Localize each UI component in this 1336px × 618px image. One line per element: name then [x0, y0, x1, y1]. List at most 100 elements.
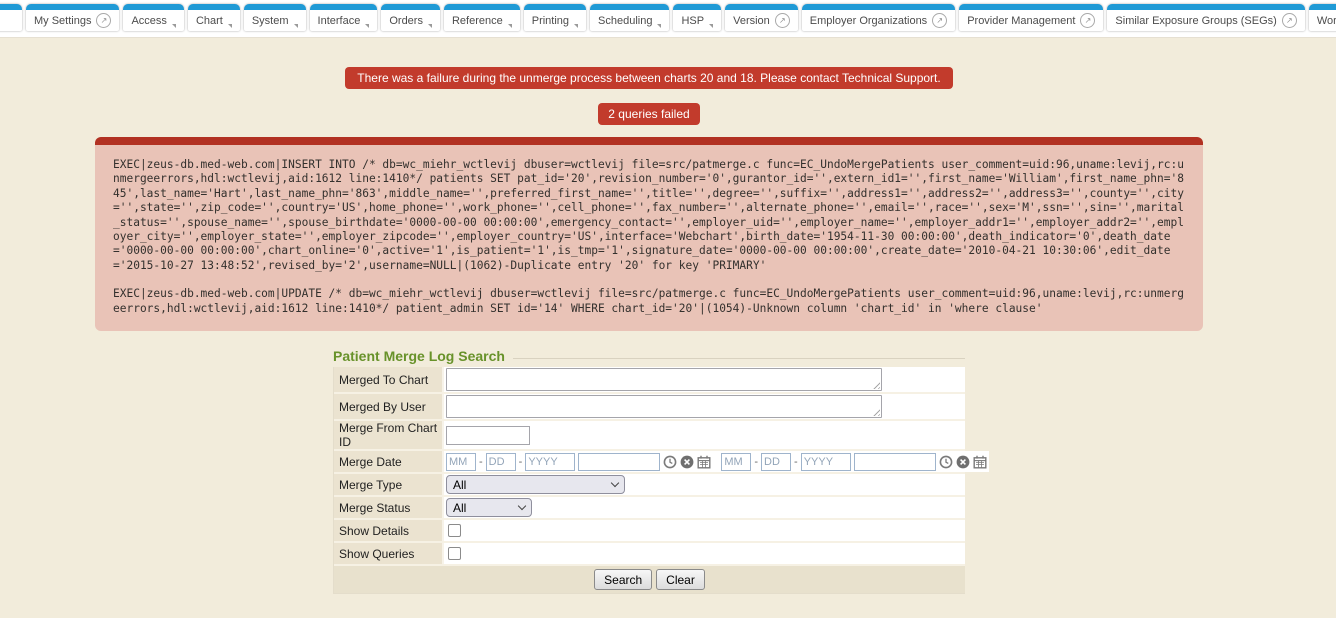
- date-separator: -: [794, 456, 798, 468]
- tab-label: Similar Exposure Groups (SEGs): [1115, 15, 1276, 27]
- dropdown-indicator-icon: [294, 24, 298, 28]
- external-link-icon: ↗: [1282, 13, 1297, 28]
- merge-type-field-cell: All: [444, 474, 965, 495]
- clock-icon[interactable]: [663, 455, 677, 469]
- dropdown-indicator-icon: [172, 24, 176, 28]
- external-link-icon: ↗: [96, 13, 111, 28]
- tab-label: Access: [131, 15, 166, 27]
- merged-to-chart-field-cell: [444, 367, 965, 392]
- tab-work-locations[interactable]: Work Locations↗: [1309, 4, 1336, 31]
- tab-bar: ↗ My Settings↗ Access Chart System Interface…: [0, 0, 1336, 38]
- tab-interface[interactable]: Interface: [310, 4, 378, 31]
- show-details-field-cell: [444, 520, 965, 541]
- clock-icon[interactable]: [939, 455, 953, 469]
- merge-date-from-month-input[interactable]: [446, 453, 476, 471]
- tab-reference[interactable]: Reference: [444, 4, 520, 31]
- merge-from-chart-id-label: Merge From Chart ID: [334, 421, 444, 449]
- fieldset-border-line: [513, 358, 965, 359]
- dropdown-indicator-icon: [428, 24, 432, 28]
- sql-error-entry: EXEC|zeus-db.med-web.com|INSERT INTO /* …: [113, 158, 1185, 273]
- queries-failed-badge: 2 queries failed: [598, 103, 699, 125]
- tab-chart[interactable]: Chart: [188, 4, 240, 31]
- dropdown-indicator-icon: [709, 24, 713, 28]
- tab-similar-exposure-groups-segs[interactable]: Similar Exposure Groups (SEGs) ↗: [1107, 4, 1304, 31]
- search-button[interactable]: Search: [594, 569, 652, 590]
- date-separator: -: [519, 456, 523, 468]
- clear-date-icon[interactable]: [956, 455, 970, 469]
- merged-to-chart-label: Merged To Chart: [334, 367, 444, 392]
- dropdown-indicator-icon: [657, 24, 661, 28]
- merge-status-label: Merge Status: [334, 497, 444, 518]
- merge-date-to-month-input[interactable]: [721, 453, 751, 471]
- tab-label: Orders: [389, 15, 423, 27]
- tab-version[interactable]: Version ↗: [725, 4, 798, 31]
- merge-status-field-cell: All: [444, 497, 965, 518]
- tab-hsp[interactable]: HSP: [673, 4, 721, 31]
- merge-date-to-time-input[interactable]: [854, 453, 936, 471]
- merge-date-from-time-input[interactable]: [578, 453, 660, 471]
- show-queries-row: Show Queries: [334, 543, 965, 566]
- merge-date-to-year-input[interactable]: [801, 453, 851, 471]
- dropdown-indicator-icon: [365, 24, 369, 28]
- form-table: Merged To Chart Merged By User: [333, 367, 965, 594]
- show-queries-label: Show Queries: [334, 543, 444, 564]
- form-footer: Search Clear: [334, 566, 965, 594]
- tab-partial[interactable]: ↗: [0, 4, 22, 31]
- merge-from-chart-id-input[interactable]: [446, 426, 530, 445]
- show-details-checkbox[interactable]: [448, 524, 461, 537]
- merged-to-chart-textarea[interactable]: [446, 368, 882, 391]
- tab-label: Version: [733, 15, 770, 27]
- tab-label: Interface: [318, 15, 361, 27]
- merge-date-from-year-input[interactable]: [525, 453, 575, 471]
- dropdown-indicator-icon: [508, 24, 512, 28]
- dropdown-indicator-icon: [228, 24, 232, 28]
- form-title-row: Patient Merge Log Search: [333, 348, 965, 364]
- clear-button[interactable]: Clear: [656, 569, 705, 590]
- calendar-icon[interactable]: [697, 455, 711, 469]
- tab-label: Scheduling: [598, 15, 652, 27]
- tab-access[interactable]: Access: [123, 4, 183, 31]
- show-details-label: Show Details: [334, 520, 444, 541]
- show-queries-field-cell: [444, 543, 965, 564]
- merge-type-select[interactable]: All: [446, 475, 625, 494]
- external-link-icon: ↗: [775, 13, 790, 28]
- sql-error-log-header-bar: [95, 137, 1203, 145]
- tab-scheduling[interactable]: Scheduling: [590, 4, 669, 31]
- merge-type-row: Merge Type All: [334, 474, 965, 497]
- merge-status-row: Merge Status All: [334, 497, 965, 520]
- merge-from-chart-id-row: Merge From Chart ID: [334, 421, 965, 451]
- show-queries-checkbox[interactable]: [448, 547, 461, 560]
- tab-system[interactable]: System: [244, 4, 306, 31]
- sql-error-log: EXEC|zeus-db.med-web.com|INSERT INTO /* …: [95, 137, 1203, 331]
- tab-orders[interactable]: Orders: [381, 4, 440, 31]
- merged-by-user-label: Merged By User: [334, 394, 444, 419]
- calendar-icon[interactable]: [973, 455, 987, 469]
- merged-by-user-textarea[interactable]: [446, 395, 882, 418]
- unmerge-failure-banner: There was a failure during the unmerge p…: [345, 67, 952, 89]
- merge-from-chart-id-field-cell: [444, 421, 965, 449]
- tab-label: HSP: [681, 15, 704, 27]
- sql-error-entry: EXEC|zeus-db.med-web.com|UPDATE /* db=wc…: [113, 287, 1185, 316]
- tab-label: System: [252, 15, 289, 27]
- main-content: There was a failure during the unmerge p…: [0, 67, 1298, 594]
- merge-status-select[interactable]: All: [446, 498, 532, 517]
- tab-my-settings[interactable]: My Settings↗: [26, 4, 119, 31]
- date-separator: -: [754, 456, 758, 468]
- merge-type-selected-value: All: [453, 478, 466, 492]
- chevron-down-icon: [611, 479, 619, 487]
- tab-bar-items: My Settings↗ Access Chart System Interface Or…: [26, 4, 1336, 31]
- form-title: Patient Merge Log Search: [333, 348, 505, 364]
- merged-by-user-row: Merged By User: [334, 394, 965, 421]
- tab-employer-organizations[interactable]: Employer Organizations↗: [802, 4, 955, 31]
- clear-date-icon[interactable]: [680, 455, 694, 469]
- merge-type-label: Merge Type: [334, 474, 444, 495]
- merge-date-to-day-input[interactable]: [761, 453, 791, 471]
- merged-to-chart-row: Merged To Chart: [334, 367, 965, 394]
- tab-provider-management[interactable]: Provider Management↗: [959, 4, 1103, 31]
- external-link-icon: ↗: [1080, 13, 1095, 28]
- merge-date-field-cell: -- --: [444, 451, 989, 472]
- merge-date-from-day-input[interactable]: [486, 453, 516, 471]
- chevron-down-icon: [518, 502, 526, 510]
- merge-status-selected-value: All: [453, 501, 466, 515]
- tab-printing[interactable]: Printing: [524, 4, 586, 31]
